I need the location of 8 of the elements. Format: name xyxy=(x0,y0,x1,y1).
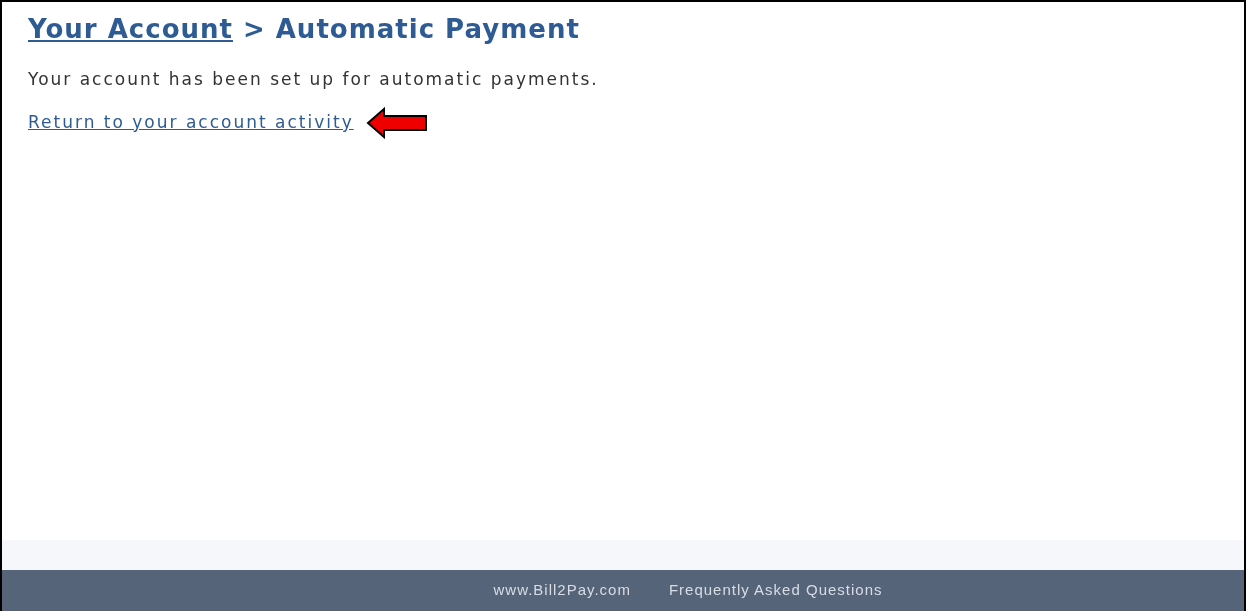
footer-link[interactable]: www.Bill2Pay.com xyxy=(493,579,631,602)
confirmation-message: Your account has been set up for automatic payments. xyxy=(28,68,599,91)
return-link[interactable]: Return to your account activity xyxy=(28,109,354,136)
arrow-icon xyxy=(365,106,428,139)
page-title: Automatic Payment xyxy=(275,13,580,46)
breadcrumb-separator: > xyxy=(242,13,266,46)
breadcrumb-link[interactable]: Your Account xyxy=(28,10,233,49)
footer-link[interactable]: Frequently Asked Questions xyxy=(668,579,883,602)
